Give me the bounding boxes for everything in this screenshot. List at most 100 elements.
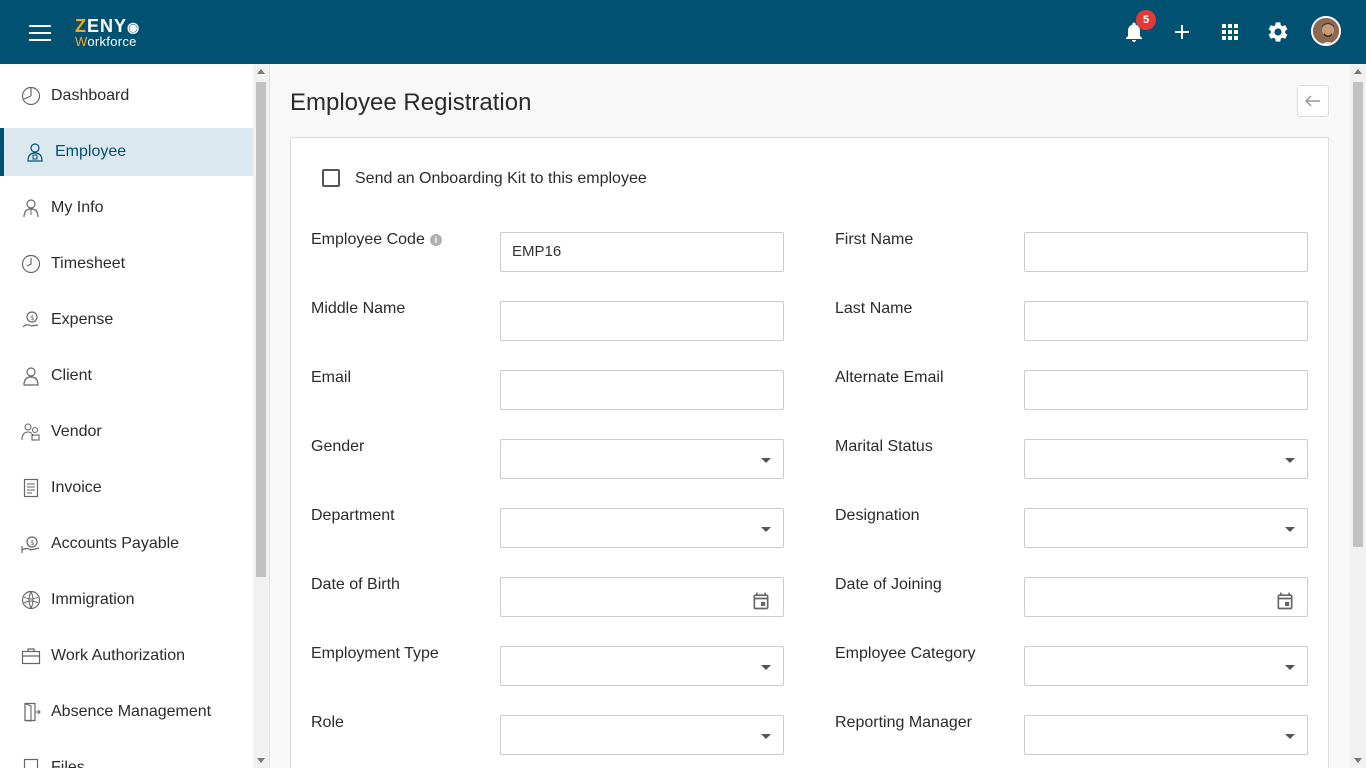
sidebar-item-invoice[interactable]: Invoice [0,464,253,512]
notification-badge: 5 [1136,10,1156,30]
last-name-input[interactable] [1024,301,1308,341]
expense-icon: $ [21,310,41,330]
sidebar-item-label: My Info [51,199,104,216]
apps-grid-icon[interactable] [1218,20,1242,44]
sidebar-item-label: Client [51,367,92,384]
accounts-payable-icon: $ [21,534,41,554]
employment-type-label: Employment Type [311,645,439,662]
chevron-down-icon [1285,665,1295,670]
date-of-joining-input[interactable] [1024,577,1308,617]
gear-icon[interactable] [1266,20,1290,44]
sidebar-item-label: Immigration [51,591,135,608]
employment-type-select[interactable] [500,646,784,686]
top-bar: ZENY◉ Workforce 5 [0,0,1366,64]
sidebar-scrollbar[interactable] [253,64,269,768]
info-icon[interactable]: i [429,233,442,246]
department-label: Department [311,507,395,524]
employee-category-select[interactable] [1024,646,1308,686]
page-scrollbar[interactable] [1350,64,1366,768]
employee-code-input[interactable]: EMP16 [500,232,784,272]
plus-icon[interactable] [1170,20,1194,44]
designation-select[interactable] [1024,508,1308,548]
scroll-down-arrow-icon[interactable] [257,758,265,763]
logo[interactable]: ZENY◉ Workforce [75,17,140,48]
onboarding-kit-checkbox[interactable] [322,169,340,187]
sidebar-item-label: Timesheet [51,255,126,272]
date-of-joining-label: Date of Joining [835,576,942,593]
chevron-down-icon [761,665,771,670]
sidebar-item-label: Accounts Payable [51,535,180,552]
sidebar-item-client[interactable]: Client [0,352,253,400]
date-of-birth-input[interactable] [500,577,784,617]
sidebar-scroll-thumb[interactable] [256,82,266,577]
email-field[interactable] [500,370,784,410]
dashboard-icon [21,86,41,106]
sidebar: Dashboard Employee My Info Timesheet $ E… [0,64,253,768]
sidebar-item-timesheet[interactable]: Timesheet [0,240,253,288]
designation-label: Designation [835,507,920,524]
gender-select[interactable] [500,439,784,479]
scroll-down-arrow-icon[interactable] [1354,758,1362,763]
department-select[interactable] [500,508,784,548]
logo-subtitle: Workforce [75,34,137,49]
sidebar-item-label: Dashboard [51,87,130,104]
first-name-input[interactable] [1024,232,1308,272]
absence-icon [21,702,41,722]
employee-category-label: Employee Category [835,645,976,662]
alternate-email-field[interactable] [1024,370,1308,410]
back-arrow-icon [1304,95,1320,107]
logo-name: ZENY◉ [75,16,141,36]
sidebar-item-work-authorization[interactable]: Work Authorization [0,632,253,680]
client-icon [21,366,41,386]
sidebar-item-employee[interactable]: Employee [0,128,253,176]
calendar-icon[interactable] [1275,588,1295,610]
chevron-down-icon [1285,527,1295,532]
back-button[interactable] [1297,85,1329,117]
sidebar-item-accounts-payable[interactable]: $ Accounts Payable [0,520,253,568]
sidebar-item-label: Invoice [51,479,102,496]
registration-form: Send an Onboarding Kit to this employee … [290,137,1329,768]
calendar-icon[interactable] [751,588,771,610]
files-icon [21,758,41,768]
vendor-icon [21,422,41,442]
sidebar-item-my-info[interactable]: My Info [0,184,253,232]
sidebar-item-label: Work Authorization [51,647,185,664]
menu-icon[interactable] [29,25,51,41]
page-title: Employee Registration [290,89,532,116]
employee-code-label-text: Employee Code [311,231,425,248]
sidebar-item-files[interactable]: Files [0,744,253,768]
chevron-down-icon [1285,734,1295,739]
marital-status-select[interactable] [1024,439,1308,479]
sidebar-item-expense[interactable]: $ Expense [0,296,253,344]
work-authorization-icon [21,646,41,666]
first-name-label: First Name [835,231,914,248]
sidebar-item-dashboard[interactable]: Dashboard [0,72,253,120]
chevron-down-icon [761,734,771,739]
timesheet-icon [21,254,41,274]
role-select[interactable] [500,715,784,755]
last-name-label: Last Name [835,300,913,317]
sidebar-item-label: Absence Management [51,703,212,720]
sidebar-item-immigration[interactable]: Immigration [0,576,253,624]
invoice-icon [21,478,41,498]
middle-name-input[interactable] [500,301,784,341]
sidebar-item-label: Vendor [51,423,102,440]
chevron-down-icon [1285,458,1295,463]
employee-code-label: Employee Code i [311,231,442,249]
chevron-down-icon [761,458,771,463]
immigration-icon [21,590,41,610]
email-label: Email [311,369,352,386]
sidebar-item-vendor[interactable]: Vendor [0,408,253,456]
svg-text:$: $ [30,314,34,322]
gender-label: Gender [311,438,365,455]
middle-name-label: Middle Name [311,300,406,317]
sidebar-item-label: Employee [55,143,127,160]
reporting-manager-select[interactable] [1024,715,1308,755]
sidebar-item-absence-management[interactable]: Absence Management [0,688,253,736]
page-scroll-thumb[interactable] [1353,82,1363,547]
avatar[interactable] [1311,16,1341,46]
scroll-up-arrow-icon[interactable] [1354,69,1362,74]
my-info-icon [21,198,41,218]
sidebar-item-label: Files [51,759,85,768]
scroll-up-arrow-icon[interactable] [257,69,265,74]
